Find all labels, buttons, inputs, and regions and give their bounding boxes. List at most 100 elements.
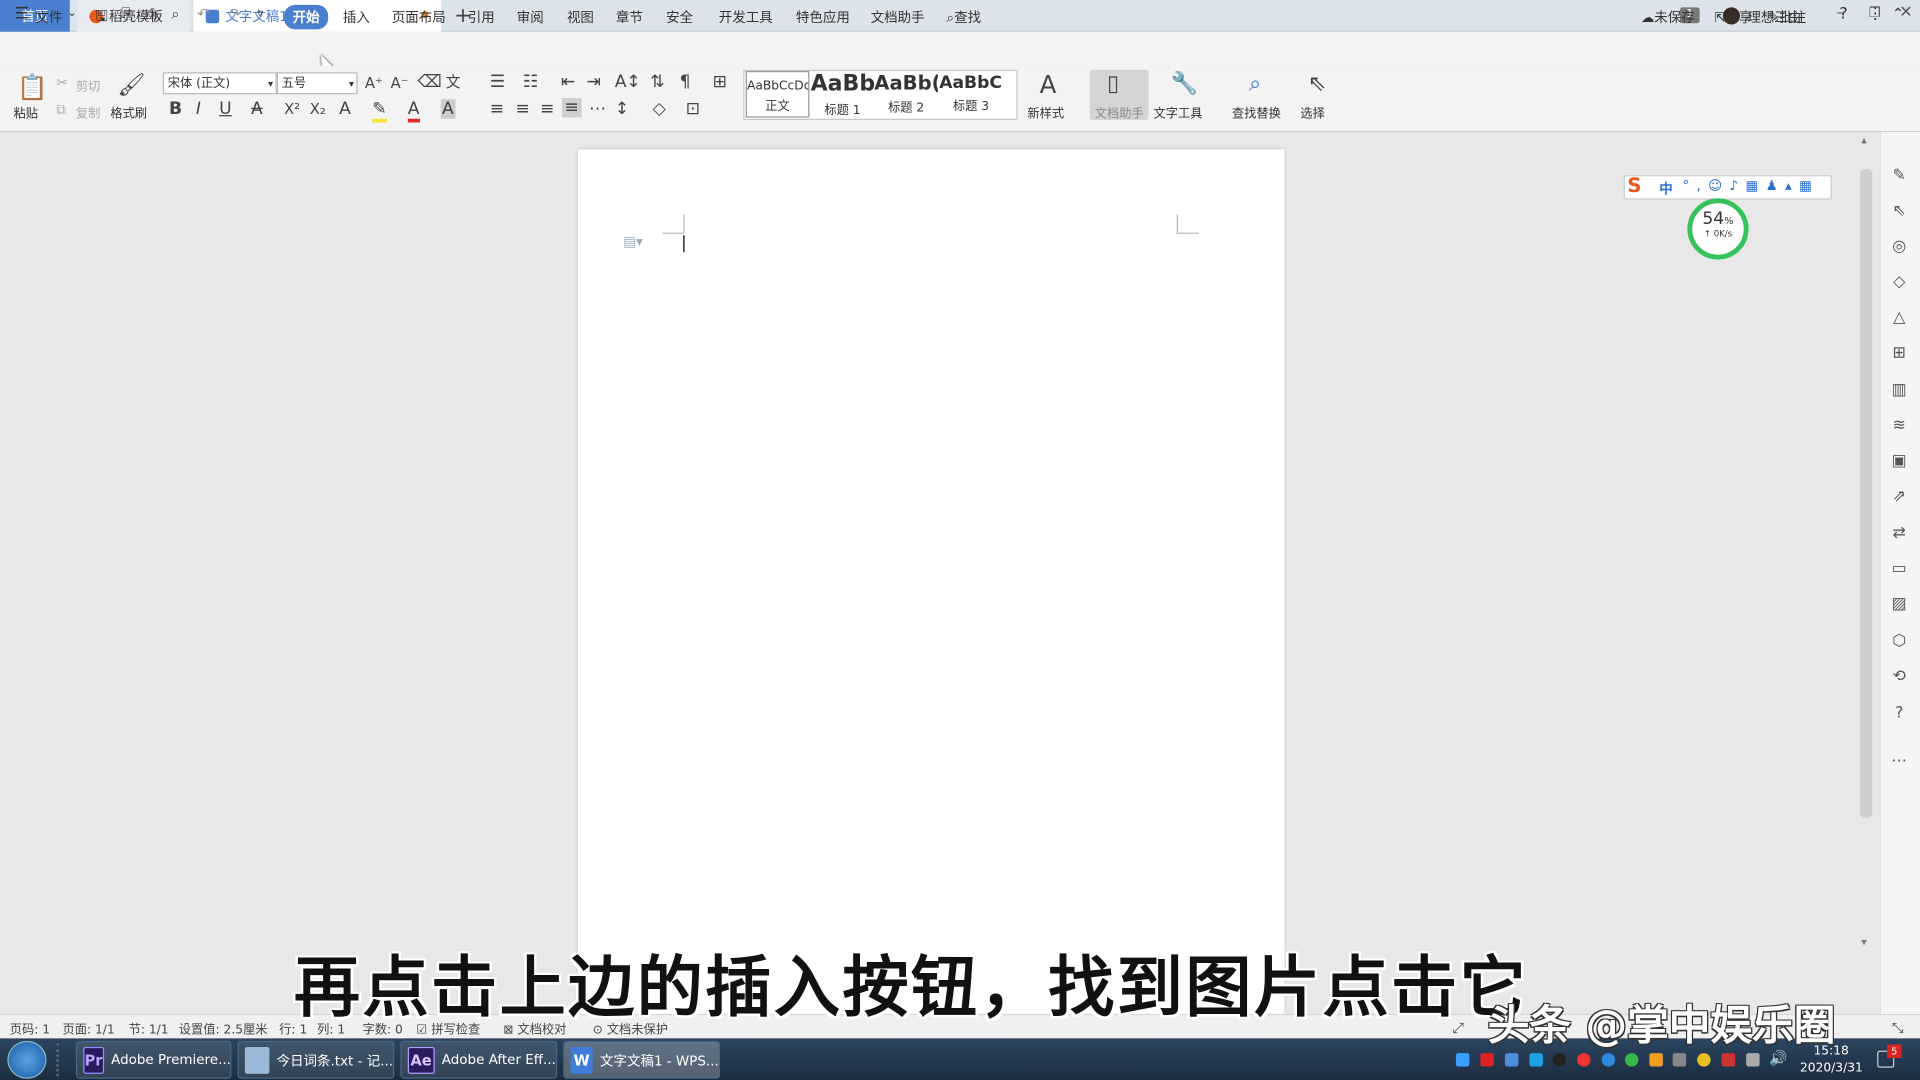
select-label[interactable]: 选择	[1300, 103, 1324, 121]
phonetic-guide-icon[interactable]: 文	[446, 72, 461, 92]
tray-security-icon[interactable]	[1697, 1053, 1711, 1067]
taskbar-item-wps[interactable]: W 文字文稿1 - WPS...	[563, 1040, 721, 1079]
tray-flash-icon[interactable]	[1480, 1053, 1494, 1067]
customize-toolbar-icon[interactable]: ▿	[257, 7, 263, 20]
vertical-scrollbar[interactable]	[1860, 168, 1873, 818]
start-button[interactable]	[7, 1040, 47, 1079]
menu-file[interactable]: 文件	[36, 7, 63, 27]
subscript-icon[interactable]: X₂	[310, 99, 326, 119]
share-out-icon[interactable]: ⇗	[1891, 487, 1908, 505]
tray-qq-icon[interactable]	[1552, 1053, 1567, 1067]
distribute-icon[interactable]: ⋯	[589, 99, 606, 119]
format-painter-label[interactable]: 格式刷	[110, 103, 147, 121]
find-replace-label[interactable]: 查找替换	[1232, 103, 1281, 121]
align-center-icon[interactable]: ≡	[516, 99, 530, 119]
resources-icon[interactable]: ▣	[1891, 452, 1908, 470]
italic-icon[interactable]: I	[196, 99, 201, 119]
find-replace-icon[interactable]: ⌕	[1249, 71, 1261, 98]
bullet-list-icon[interactable]: ☰	[490, 72, 505, 92]
tray-network-icon[interactable]	[1529, 1053, 1543, 1067]
change-case-icon[interactable]: A↕	[615, 72, 641, 92]
cut-icon[interactable]: ✂	[56, 73, 67, 93]
grow-font-icon[interactable]: A⁺	[365, 73, 383, 93]
question-icon[interactable]: ?	[1891, 704, 1908, 722]
hamburger-icon[interactable]: ☰	[15, 5, 29, 23]
tray-keyboard-icon[interactable]	[1672, 1053, 1687, 1067]
menu-search[interactable]: ⌕查找	[947, 7, 981, 27]
cloud-unsaved[interactable]: ☁未保存	[1641, 7, 1695, 27]
superscript-icon[interactable]: X²	[284, 99, 300, 119]
archive-icon[interactable]: ▭	[1891, 560, 1908, 578]
taskbar-item-after-effects[interactable]: Ae Adobe After Eff...	[400, 1040, 558, 1079]
chart-icon[interactable]: ▥	[1891, 381, 1908, 399]
numbered-list-icon[interactable]: ☷	[523, 72, 538, 92]
taskbar-item-premiere[interactable]: Pr Adobe Premiere...	[75, 1040, 232, 1079]
edit-icon[interactable]: ✎	[1891, 167, 1908, 185]
fit-page-icon[interactable]: ⤡	[1892, 1019, 1904, 1037]
tray-bluetooth-icon[interactable]	[1455, 1053, 1470, 1067]
tray-ie-icon[interactable]	[1601, 1053, 1616, 1067]
ime-language[interactable]: 中	[1659, 179, 1672, 199]
copy-label[interactable]: 复制	[76, 103, 100, 121]
highlight-icon[interactable]: ✎	[372, 99, 387, 123]
menu-special-apps[interactable]: 特色应用	[796, 7, 850, 27]
paste-label[interactable]: 粘贴	[13, 103, 37, 121]
clock-date[interactable]: 2020/3/31	[1800, 1062, 1863, 1075]
borders-icon[interactable]: ⊡	[686, 99, 700, 119]
print-icon[interactable]: ⎙	[146, 5, 158, 23]
menu-review[interactable]: 审阅	[517, 7, 544, 27]
select-pointer-icon[interactable]: ⇖	[1308, 71, 1326, 98]
more-vertical-icon[interactable]: ⋮	[1867, 5, 1883, 23]
menu-chapter[interactable]: 章节	[616, 7, 643, 27]
paragraph-option-icon[interactable]: ▤▾	[623, 234, 642, 250]
pointer-icon[interactable]: ⇖	[1891, 202, 1908, 220]
text-tools-label[interactable]: 文字工具	[1153, 103, 1202, 121]
clear-format-icon[interactable]: ⌫	[418, 72, 442, 92]
chevron-down-icon[interactable]: ⌄	[67, 7, 76, 19]
cut-label[interactable]: 剪切	[76, 76, 100, 94]
menu-page-layout[interactable]: 页面布局	[392, 7, 446, 27]
template-icon[interactable]: △	[1891, 309, 1908, 327]
style-heading-3[interactable]: AaBbC( 标题 3	[939, 71, 1003, 118]
style-heading-1[interactable]: AaBb 标题 1	[811, 71, 875, 118]
char-shading-icon[interactable]: A	[440, 99, 455, 119]
location-icon[interactable]: ◎	[1891, 238, 1908, 256]
undo-icon[interactable]: ↶	[197, 5, 209, 22]
share-button[interactable]: ⇱分享	[1714, 7, 1752, 27]
shrink-font-icon[interactable]: A⁻	[391, 73, 409, 93]
help-icon[interactable]: ?	[1839, 5, 1847, 23]
tray-sogou-icon[interactable]	[1649, 1053, 1663, 1067]
line-spacing-icon[interactable]: ↕	[615, 99, 629, 119]
underline-icon[interactable]: U	[219, 99, 232, 119]
style-heading-2[interactable]: AaBb( 标题 2	[874, 71, 938, 118]
tray-wechat-icon[interactable]	[1624, 1053, 1639, 1067]
align-right-icon[interactable]: ≡	[540, 99, 554, 119]
menu-developer[interactable]: 开发工具	[719, 7, 773, 27]
taskbar-item-notepad[interactable]: 今日词条.txt - 记...	[237, 1040, 395, 1079]
shading-icon[interactable]: ◇	[653, 99, 666, 119]
settings-sliders-icon[interactable]: ≋	[1891, 416, 1908, 434]
table-grid-icon[interactable]: ⊞	[713, 72, 727, 92]
tray-monitor-icon[interactable]	[1746, 1053, 1760, 1067]
increase-indent-icon[interactable]: ⇥	[587, 72, 601, 92]
shield-icon[interactable]: ⬡	[1891, 632, 1908, 650]
sort-icon[interactable]: ⇅	[650, 72, 664, 92]
document-page[interactable]	[577, 149, 1285, 1019]
volume-icon[interactable]: 🔊	[1769, 1049, 1787, 1066]
scroll-up-icon[interactable]: ▴	[1861, 135, 1867, 147]
new-style-label[interactable]: 新样式	[1027, 103, 1064, 121]
copy-icon[interactable]: ⧉	[56, 100, 66, 120]
justify-icon[interactable]: ≡	[562, 97, 582, 118]
menu-start[interactable]: 开始	[284, 4, 329, 30]
font-size-select[interactable]: 五号 ▾	[276, 72, 358, 95]
show-marks-icon[interactable]: ¶	[680, 72, 691, 92]
image-icon[interactable]: ▨	[1891, 595, 1908, 613]
ime-tools-icon[interactable]: °,☺♪▦♟▴▦	[1682, 178, 1819, 194]
translate-icon[interactable]: ⇄	[1891, 524, 1908, 542]
text-effect-icon[interactable]: A	[339, 99, 351, 119]
history-icon[interactable]: ⟲	[1891, 667, 1908, 685]
comment-button[interactable]: ✎批注	[1768, 7, 1806, 27]
font-name-select[interactable]: 宋体 (正文) ▾	[162, 72, 277, 95]
font-color-icon[interactable]: A	[407, 99, 420, 123]
align-left-icon[interactable]: ≡	[490, 99, 504, 119]
